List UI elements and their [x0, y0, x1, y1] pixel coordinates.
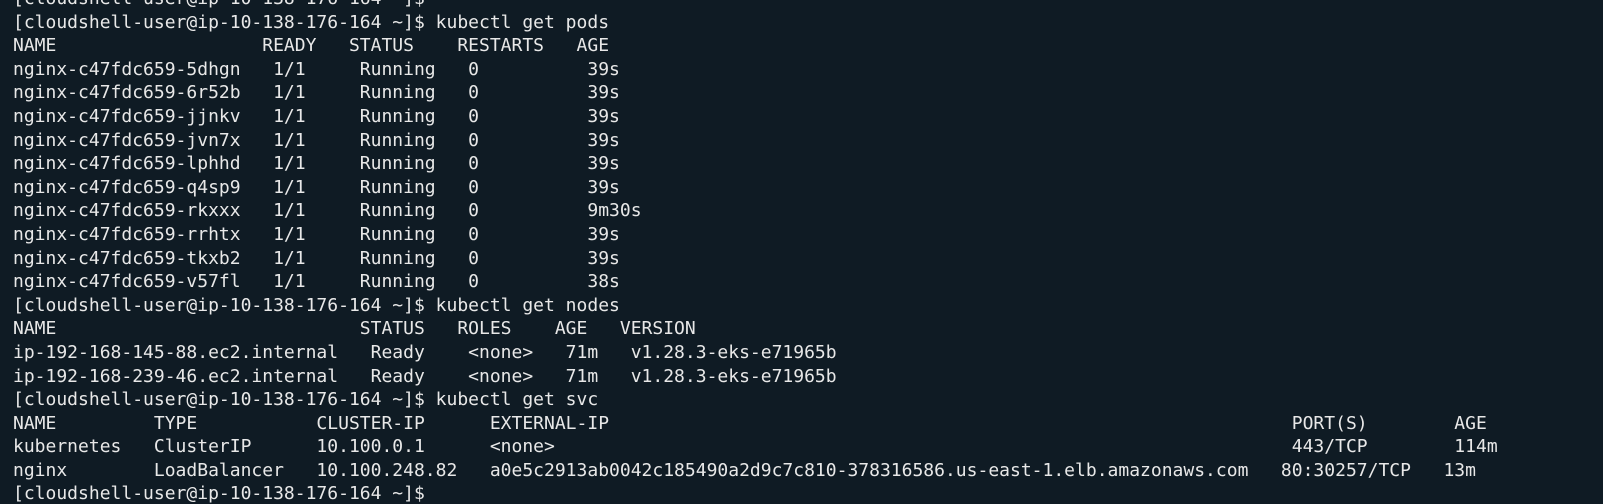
terminal-line: ip-192-168-239-46.ec2.internal Ready <no…	[13, 365, 837, 387]
terminal-line: nginx-c47fdc659-jjnkv 1/1 Running 0 39s	[13, 105, 620, 127]
terminal-line: nginx-c47fdc659-q4sp9 1/1 Running 0 39s	[13, 176, 620, 198]
terminal-line: nginx-c47fdc659-lphhd 1/1 Running 0 39s	[13, 153, 620, 175]
terminal-prompt-line[interactable]: [cloudshell-user@ip-10-138-176-164 ~]$	[13, 482, 1603, 504]
terminal-line: [cloudshell-user@ip-10-138-176-164 ~]$ k…	[13, 389, 599, 411]
terminal-line: nginx-c47fdc659-tkxb2 1/1 Running 0 39s	[13, 247, 620, 269]
terminal-line: nginx-c47fdc659-rkxxx 1/1 Running 0 9m30…	[13, 200, 642, 222]
terminal-line: [cloudshell-user@ip-10-138-176-164 ~]$ k…	[13, 294, 620, 316]
terminal-line: [cloudshell-user@ip-10-138-176-164 ~]$	[13, 0, 1603, 11]
terminal-line: nginx LoadBalancer 10.100.248.82 a0e5c29…	[13, 459, 1476, 481]
terminal-output: [cloudshell-user@ip-10-138-176-164 ~]$ […	[13, 0, 1603, 504]
terminal-line: nginx-c47fdc659-jvn7x 1/1 Running 0 39s	[13, 129, 620, 151]
terminal-prompt: [cloudshell-user@ip-10-138-176-164 ~]$	[13, 483, 425, 504]
terminal-window[interactable]: [cloudshell-user@ip-10-138-176-164 ~]$ […	[0, 0, 1603, 504]
terminal-line: NAME READY STATUS RESTARTS AGE	[13, 35, 610, 57]
terminal-line: nginx-c47fdc659-rrhtx 1/1 Running 0 39s	[13, 223, 620, 245]
terminal-line: kubernetes ClusterIP 10.100.0.1 <none> 4…	[13, 436, 1498, 458]
terminal-line: NAME TYPE CLUSTER-IP EXTERNAL-IP PORT(S)…	[13, 412, 1487, 434]
terminal-cursor[interactable]	[425, 484, 435, 502]
terminal-line: nginx-c47fdc659-v57fl 1/1 Running 0 38s	[13, 271, 620, 293]
terminal-line: [cloudshell-user@ip-10-138-176-164 ~]$ k…	[13, 11, 610, 33]
terminal-line: nginx-c47fdc659-5dhgn 1/1 Running 0 39s	[13, 58, 620, 80]
terminal-line: NAME STATUS ROLES AGE VERSION	[13, 318, 696, 340]
terminal-line: nginx-c47fdc659-6r52b 1/1 Running 0 39s	[13, 82, 620, 104]
terminal-line: ip-192-168-145-88.ec2.internal Ready <no…	[13, 341, 837, 363]
